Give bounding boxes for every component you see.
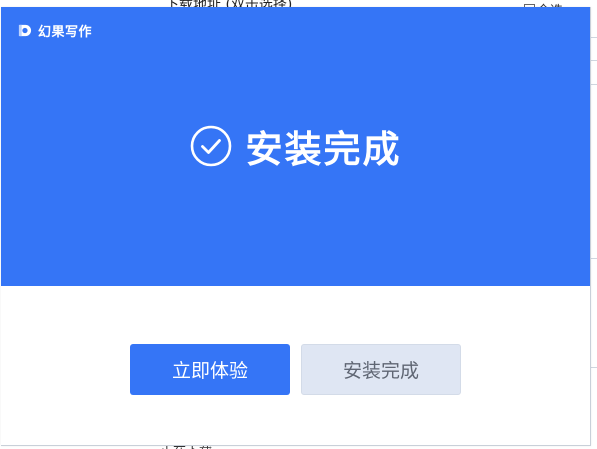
- brand: 幻果写作: [17, 21, 93, 40]
- background-divider: [590, 60, 597, 61]
- background-divider: [590, 367, 597, 368]
- finish-install-button[interactable]: 安装完成: [301, 344, 461, 395]
- check-circle-icon: [190, 125, 231, 167]
- background-divider: [590, 37, 597, 38]
- install-status: 安装完成: [1, 119, 590, 173]
- background-divider: [590, 84, 597, 85]
- brand-name: 幻果写作: [38, 24, 93, 40]
- brand-logo-icon: [18, 24, 32, 36]
- page-root: 下载地址 (双击选择) 全选 正在下载... 幻果写作: [0, 0, 597, 449]
- installer-dialog: 幻果写作 安装完成 立即体验 安装完成: [1, 7, 591, 446]
- try-now-button[interactable]: 立即体验: [130, 344, 290, 395]
- completion-banner: 幻果写作 安装完成: [1, 7, 590, 286]
- install-status-text: 安装完成: [245, 128, 402, 171]
- background-divider: [590, 258, 597, 259]
